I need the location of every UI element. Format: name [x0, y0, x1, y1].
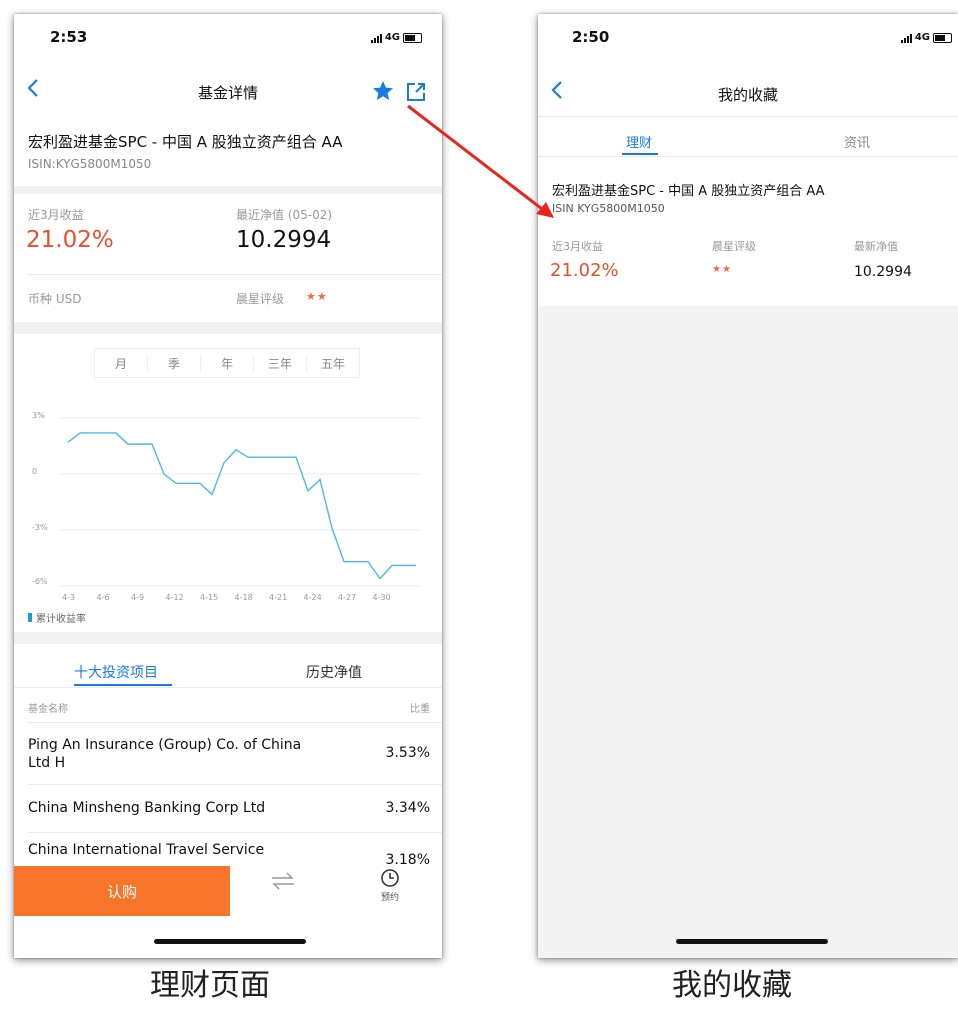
- annotation-arrow: [407, 104, 554, 218]
- arrow-head: [536, 202, 554, 218]
- caption-left: 理财页面: [150, 968, 270, 1003]
- caption-right: 我的收藏: [672, 968, 792, 1003]
